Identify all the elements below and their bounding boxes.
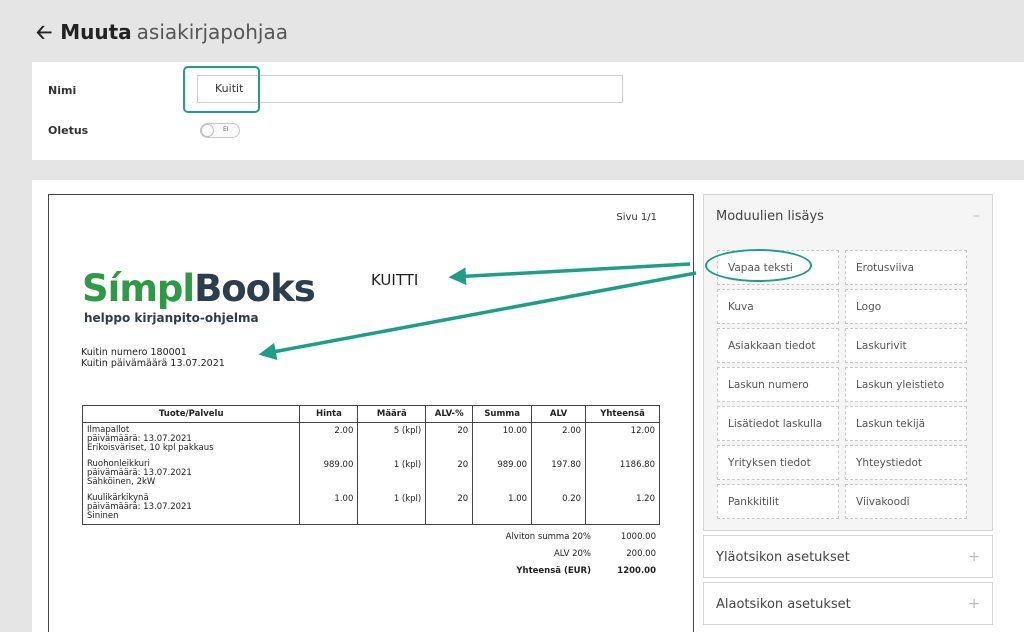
sum-cell: 1.00 [472,490,533,525]
company-logo[interactable]: SímplBooks helppo kirjanpito-ohjelma [82,267,316,326]
module-asiakkaan-tiedot[interactable]: Asiakkaan tiedot [717,328,839,363]
column-header: ALV-% [425,405,474,423]
name-input[interactable]: Kuitit [197,75,623,103]
page-title-strong: Muuta [60,20,132,44]
module-laskurivit[interactable]: Laskurivit [845,328,967,363]
table-row: Ilmapallot päivämäärä: 13.07.2021 Erikoi… [81,422,660,457]
default-toggle[interactable]: EI [200,123,240,138]
product-cell: Ruohonleikkuri päivämäärä: 13.07.2021 Sä… [81,456,301,491]
back-arrow-icon[interactable]: 🡠 [36,22,52,42]
vat-total-value: 200.00 [626,549,656,559]
vat-cell: 2.00 [531,422,587,457]
vat-cell: 0.20 [531,490,587,525]
module-viivakoodi[interactable]: Viivakoodi [845,484,967,519]
column-header: Summa [472,405,533,423]
default-label: Oletus [48,124,89,137]
module-yhteystiedot[interactable]: Yhteystiedot [845,445,967,480]
receipt-date: Kuitin päivämäärä 13.07.2021 [81,358,225,369]
modules-panel-header[interactable]: Moduulien lisäys – [704,195,992,237]
module-yrityksen-tiedot[interactable]: Yrityksen tiedot [717,445,839,480]
column-header: Hinta [299,405,359,423]
total-cell: 1186.80 [585,456,660,491]
modules-panel: Moduulien lisäys – Vapaa teksti Erotusvi… [703,194,993,531]
receipt-info[interactable]: Kuitin numero 180001 Kuitin päivämäärä 1… [81,347,225,369]
expand-icon[interactable]: + [968,596,980,612]
quantity-cell: 1 (kpl) [357,490,427,525]
name-highlight-annotation [183,66,260,113]
module-pankkitilit[interactable]: Pankkitilit [717,484,839,519]
product-extra: Sähköinen, 2kW [87,476,156,487]
header-settings-title: Yläotsikon asetukset [716,549,850,565]
module-highlight-annotation [705,249,812,282]
module-logo[interactable]: Logo [845,289,967,324]
header-settings-panel-header[interactable]: Yläotsikon asetukset + [704,536,992,578]
module-laskun-tekija[interactable]: Laskun tekijä [845,406,967,441]
logo-word-1: Símpl [82,267,195,310]
name-label: Nimi [48,84,77,97]
page-title-rest: asiakirjapohjaa [136,20,288,44]
document-preview: Sivu 1/1 SímplBooks helppo kirjanpito-oh… [48,194,694,632]
expand-icon[interactable]: + [968,549,980,565]
table-header-row: Tuote/Palvelu Hinta Määrä ALV-% Summa AL… [81,405,660,423]
net-total-value: 1000.00 [620,532,656,542]
sum-cell: 10.00 [472,422,533,457]
invoice-lines-table[interactable]: Tuote/Palvelu Hinta Määrä ALV-% Summa AL… [81,405,660,525]
grand-total-label: Yhteensä (EUR) [516,566,591,576]
module-lisatiedot-laskulla[interactable]: Lisätiedot laskulla [717,406,839,441]
modules-panel-title: Moduulien lisäys [716,208,824,224]
vat-percent-cell: 20 [425,490,474,525]
quantity-cell: 5 (kpl) [357,422,427,457]
toggle-knob [201,124,214,137]
price-cell: 2.00 [299,422,359,457]
table-row: Kuulikärkikynä päivämäärä: 13.07.2021 Si… [81,490,660,525]
column-header: Määrä [357,405,427,423]
module-list: Vapaa teksti Erotusviiva Kuva Logo Asiak… [717,250,971,519]
module-laskun-numero[interactable]: Laskun numero [717,367,839,402]
product-extra: Erikoisväriset, 10 kpl pakkaus [87,443,214,453]
total-cell: 1.20 [585,490,660,525]
page-header: 🡠 Muuta asiakirjapohjaa [36,18,288,46]
column-header: Yhteensä [585,405,660,423]
logo-word-2: Books [194,267,316,310]
column-header: ALV [531,405,587,423]
grand-total-value: 1200.00 [617,566,656,576]
module-erotusviiva[interactable]: Erotusviiva [845,250,967,285]
module-kuva[interactable]: Kuva [717,289,839,324]
footer-settings-title: Alaotsikon asetukset [716,596,851,612]
vat-percent-cell: 20 [425,456,474,491]
document-title[interactable]: KUITTI [371,271,418,289]
vat-total-label: ALV 20% [553,549,591,559]
quantity-cell: 1 (kpl) [357,456,427,491]
vat-percent-cell: 20 [425,422,474,457]
vat-cell: 197.80 [531,456,587,491]
price-cell: 1.00 [299,490,359,525]
receipt-number: Kuitin numero 180001 [81,347,187,358]
header-settings-panel[interactable]: Yläotsikon asetukset + [703,535,993,578]
column-header: Tuote/Palvelu [81,405,301,423]
sum-cell: 989.00 [472,456,533,491]
product-cell: Ilmapallot päivämäärä: 13.07.2021 Erikoi… [81,422,301,457]
module-laskun-yleistieto[interactable]: Laskun yleistieto [845,367,967,402]
total-cell: 12.00 [585,422,660,457]
price-cell: 989.00 [299,456,359,491]
product-extra: Sininen [87,510,119,521]
collapse-icon[interactable]: – [973,208,980,224]
net-total-label: Alviton summa 20% [505,532,591,542]
product-cell: Kuulikärkikynä päivämäärä: 13.07.2021 Si… [81,490,301,525]
footer-settings-panel[interactable]: Alaotsikon asetukset + [703,582,993,625]
logo-tagline: helppo kirjanpito-ohjelma [84,311,259,325]
toggle-state-text: EI [223,126,229,133]
template-settings-form: Nimi Kuitit Oletus EI [32,62,1024,160]
page-number: Sivu 1/1 [616,212,657,223]
footer-settings-panel-header[interactable]: Alaotsikon asetukset + [704,583,992,625]
table-row: Ruohonleikkuri päivämäärä: 13.07.2021 Sä… [81,456,660,491]
